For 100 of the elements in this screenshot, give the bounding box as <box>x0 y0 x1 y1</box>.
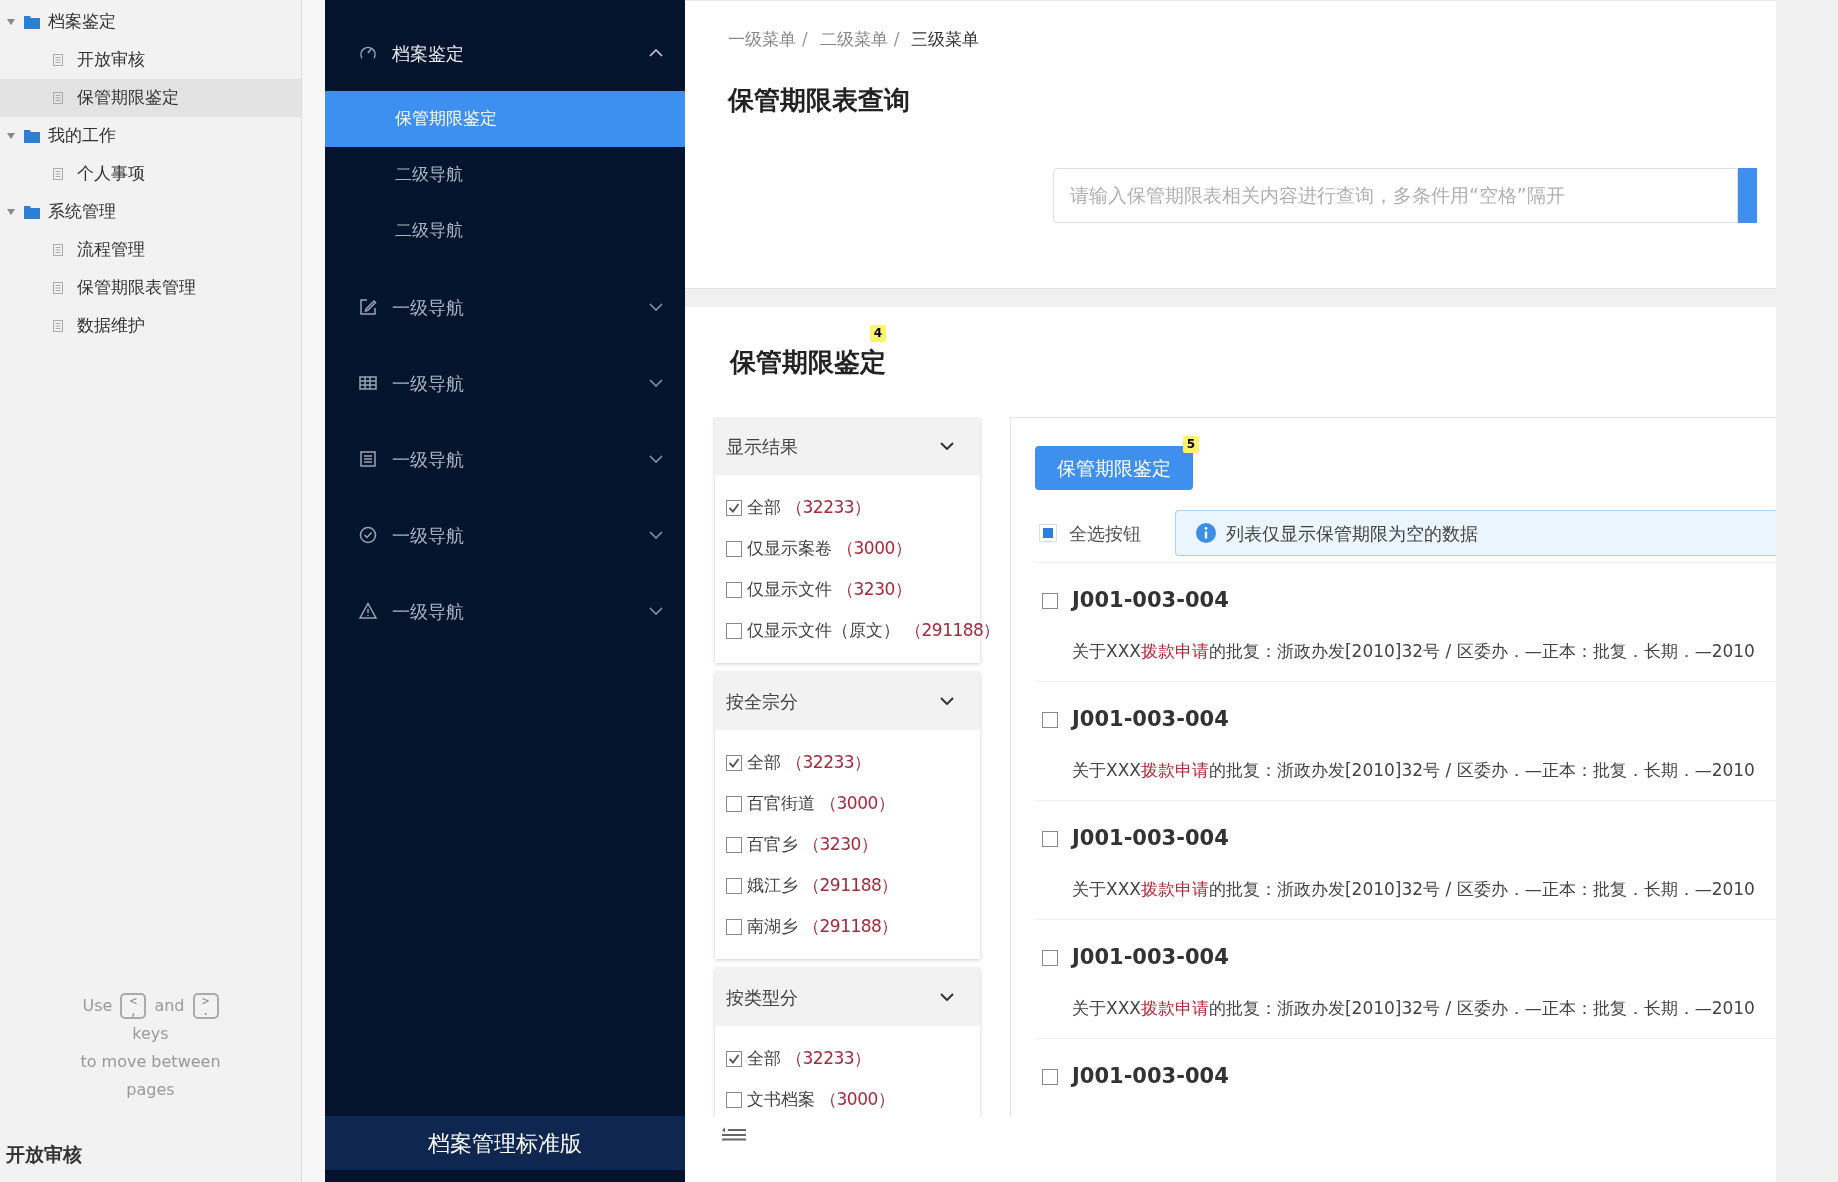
checkbox[interactable] <box>726 918 742 935</box>
hint-text: and <box>154 994 185 1017</box>
nav-subitem[interactable]: 二级导航 <box>325 147 685 203</box>
nav-item[interactable]: 一级导航 <box>325 345 685 421</box>
option-label: 文书档案 <box>747 1087 815 1111</box>
key-cap: > . <box>192 992 219 1019</box>
checkbox[interactable] <box>726 1050 742 1067</box>
checkbox[interactable] <box>726 1091 742 1108</box>
record-code[interactable]: J001-003-004 <box>1072 1061 1229 1093</box>
page-icon <box>53 282 63 294</box>
hint-text: to move between <box>80 1050 221 1073</box>
filter-header[interactable]: 按类型分 <box>715 968 980 1026</box>
tree-item[interactable]: 流程管理 <box>77 237 145 263</box>
record-code[interactable]: J001-003-004 <box>1072 942 1229 974</box>
option-count: （3230） <box>837 577 912 601</box>
count-badge: 4 <box>869 324 886 342</box>
tree-item[interactable]: 开放审核 <box>77 47 145 73</box>
hint-text: pages <box>126 1078 175 1101</box>
edit-icon <box>358 297 378 317</box>
record-code[interactable]: J001-003-004 <box>1072 823 1229 855</box>
option-count: （291188） <box>803 914 898 938</box>
option-label: 全部 <box>747 1046 781 1070</box>
option-count: （3000） <box>837 536 912 560</box>
info-icon <box>1196 523 1216 543</box>
option-count: （32233） <box>786 750 871 774</box>
breadcrumb-link[interactable]: 一级菜单 <box>728 27 796 53</box>
tree-item[interactable]: 个人事项 <box>77 161 145 187</box>
option-label: 仅显示文件 <box>747 577 832 601</box>
page-icon <box>53 92 63 104</box>
option-label: 百官乡 <box>747 832 798 856</box>
breadcrumb-separator: / <box>893 28 901 51</box>
nav-item[interactable]: 一级导航 <box>325 573 685 649</box>
nav-item[interactable]: 一级导航 <box>325 421 685 497</box>
checkbox[interactable] <box>726 795 742 812</box>
checkbox[interactable] <box>726 754 742 771</box>
expand-arrow-icon[interactable] <box>6 131 16 141</box>
checkbox[interactable] <box>1042 592 1058 609</box>
option-count: （32233） <box>786 495 871 519</box>
select-all-label[interactable]: 全选按钮 <box>1069 519 1141 547</box>
tree-item[interactable]: 档案鉴定 <box>48 9 116 35</box>
checkbox[interactable] <box>1042 830 1058 847</box>
check-circle-icon <box>358 525 378 545</box>
count-badge: 5 <box>1182 436 1199 453</box>
tree-item[interactable]: 我的工作 <box>48 123 116 149</box>
warning-icon <box>358 601 378 621</box>
select-all-checkbox[interactable] <box>1039 524 1057 542</box>
checkbox[interactable] <box>726 836 742 853</box>
page-icon <box>53 54 63 66</box>
option-label: 仅显示文件（原文） <box>747 618 900 642</box>
nav-item[interactable]: 档案鉴定 <box>325 15 685 91</box>
record-description: 关于XXX拨款申请的批复：浙政办发[2010]32号 / 区委办．—正本：批复．长期．—2010 <box>1071 758 1756 782</box>
option-count: （3000） <box>820 791 895 815</box>
option-count: （3000） <box>820 1087 895 1111</box>
page-icon <box>53 168 63 180</box>
tree-item[interactable]: 系统管理 <box>48 199 116 225</box>
option-label: 全部 <box>747 495 781 519</box>
page-title: 保管期限表查询 <box>728 83 911 117</box>
collapse-menu-icon[interactable] <box>722 1127 746 1141</box>
brand-title: 档案管理标准版 <box>325 1116 685 1170</box>
section-title: 保管期限鉴定 <box>730 346 886 377</box>
checkbox[interactable] <box>726 499 742 516</box>
option-label: 娥江乡 <box>747 873 798 897</box>
option-label: 仅显示案卷 <box>747 536 832 560</box>
filter-header[interactable]: 显示结果 <box>715 417 980 475</box>
breadcrumb-link[interactable]: 三级菜单 <box>911 27 980 53</box>
option-count: （3230） <box>803 832 878 856</box>
nav-item[interactable]: 一级导航 <box>325 269 685 345</box>
list-icon <box>358 449 378 469</box>
option-count: （291188） <box>905 618 1000 642</box>
checkbox[interactable] <box>1042 949 1058 966</box>
checkbox[interactable] <box>726 622 742 639</box>
page-heading: 开放审核 <box>5 1141 83 1167</box>
search-field[interactable]: 请输入保管期限表相关内容进行查询，多条件用“空格”隔开 <box>1053 167 1738 223</box>
checkbox[interactable] <box>726 877 742 894</box>
option-label: 百官街道 <box>747 791 815 815</box>
expand-arrow-icon[interactable] <box>6 17 16 27</box>
record-code[interactable]: J001-003-004 <box>1072 585 1229 617</box>
folder-icon <box>24 15 40 29</box>
breadcrumb-separator: / <box>802 28 809 51</box>
expand-arrow-icon[interactable] <box>6 207 16 217</box>
nav-subitem[interactable]: 二级导航 <box>325 203 685 259</box>
record-code[interactable]: J001-003-004 <box>1072 704 1229 736</box>
checkbox[interactable] <box>726 581 742 598</box>
checkbox[interactable] <box>1042 1068 1058 1085</box>
record-description: 关于XXX拨款申请的批复：浙政办发[2010]32号 / 区委办．—正本：批复．长期．—2010 <box>1071 996 1756 1020</box>
checkbox[interactable] <box>726 540 742 557</box>
hint-text: Use <box>82 994 113 1017</box>
hint-text: keys <box>132 1022 169 1045</box>
record-description: 关于XXX拨款申请的批复：浙政办发[2010]32号 / 区委办．—正本：批复．长期．—2010 <box>1071 877 1756 901</box>
breadcrumb-link[interactable]: 二级菜单 <box>819 27 888 53</box>
nav-item[interactable]: 一级导航 <box>325 497 685 573</box>
table-icon <box>358 373 378 393</box>
tree-item[interactable]: 保管期限表管理 <box>77 275 196 301</box>
checkbox[interactable] <box>1042 711 1058 728</box>
tree-item[interactable]: 数据维护 <box>77 313 145 339</box>
option-count: （32233） <box>786 1046 871 1070</box>
page-icon <box>53 320 63 332</box>
folder-icon <box>24 129 40 143</box>
filter-header[interactable]: 按全宗分 <box>715 672 980 730</box>
option-count: （291188） <box>803 873 898 897</box>
